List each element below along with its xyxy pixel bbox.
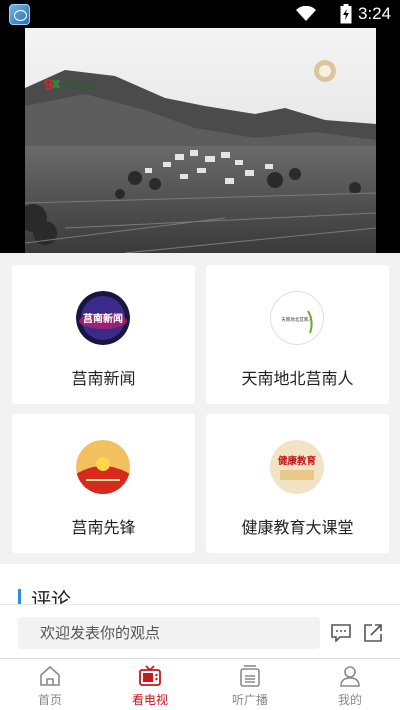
- svg-text:健康教育: 健康教育: [278, 455, 317, 467]
- status-bar: 3:24: [0, 0, 400, 28]
- program-label: 天南地北莒南人: [241, 369, 354, 388]
- comment-input-bar: 欢迎发表你的观点: [0, 604, 400, 658]
- nav-label: 看电视: [131, 693, 168, 707]
- comment-list-icon[interactable]: [331, 624, 351, 642]
- comment-input[interactable]: 欢迎发表你的观点: [18, 617, 320, 649]
- video-player[interactable]: 9 莒南综合: [0, 28, 400, 253]
- program-card-junan-pioneer[interactable]: 莒南先锋: [12, 414, 195, 553]
- nav-label: 首页: [37, 693, 62, 707]
- app-notification-icon: [9, 4, 30, 25]
- nav-item-tv[interactable]: 看电视: [100, 659, 200, 710]
- bottom-navigation: 首页 看电视 听广播 我的: [0, 658, 400, 710]
- battery-charging-icon: [340, 4, 352, 24]
- channel-logo: 9 莒南综合: [44, 77, 94, 94]
- svg-text:莒南综合: 莒南综合: [64, 80, 94, 90]
- program-label: 莒南先锋: [71, 518, 136, 537]
- program-label: 莒南新闻: [71, 369, 136, 388]
- program-card-junan-news[interactable]: 莒南新闻 莒南新闻: [12, 265, 195, 404]
- profile-icon: [340, 666, 360, 687]
- nav-label: 听广播: [231, 693, 268, 707]
- nav-item-radio[interactable]: 听广播: [200, 659, 300, 710]
- seal-logo-icon: [314, 60, 336, 82]
- health-logo-icon: 健康教育: [270, 440, 324, 494]
- radio-icon: [240, 665, 260, 687]
- calligraphy-logo-icon: 天南地北莒南人: [270, 291, 324, 345]
- home-icon: [40, 665, 60, 686]
- comment-section: 评论: [0, 564, 400, 612]
- program-label: 健康教育大课堂: [241, 518, 354, 537]
- status-time: 3:24: [358, 4, 392, 23]
- nav-label: 我的: [337, 693, 362, 707]
- svg-text:天南地北莒南人: 天南地北莒南人: [281, 316, 313, 323]
- news-logo-icon: 莒南新闻: [76, 291, 130, 345]
- nav-item-home[interactable]: 首页: [0, 659, 100, 710]
- program-card-tiannan-dibei[interactable]: 天南地北莒南人 天南地北莒南人: [206, 265, 389, 404]
- wifi-icon: [296, 6, 316, 21]
- program-card-health-education[interactable]: 健康教育 健康教育大课堂: [206, 414, 389, 553]
- tv-icon: [139, 665, 161, 686]
- share-icon[interactable]: [364, 624, 382, 642]
- pioneer-logo-icon: [76, 440, 130, 494]
- svg-text:莒南新闻: 莒南新闻: [83, 312, 123, 325]
- nav-item-profile[interactable]: 我的: [300, 659, 400, 710]
- svg-text:9: 9: [44, 77, 53, 94]
